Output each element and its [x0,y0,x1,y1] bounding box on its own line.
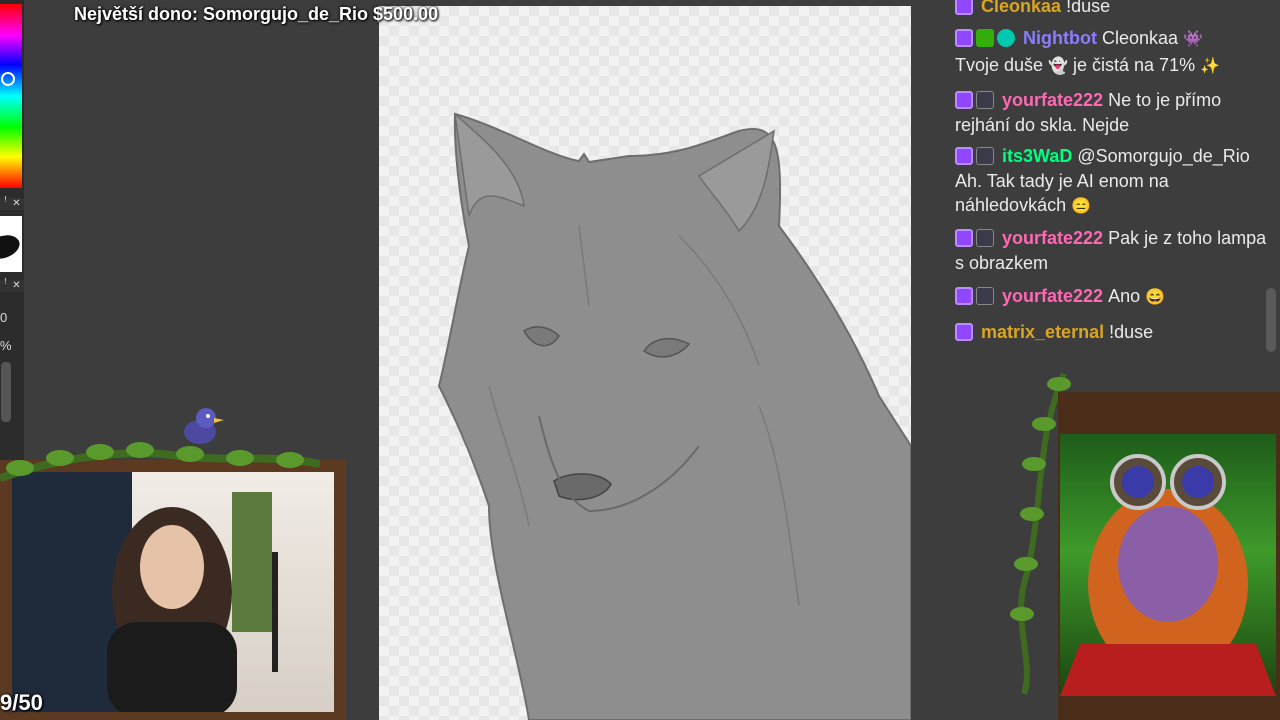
crow-sprite-icon [184,408,224,444]
chat-username[interactable]: Nightbot [1023,28,1097,48]
chat-username[interactable]: matrix_eternal [981,322,1104,342]
chat-message: yourfate222 Pak je z toho lampa s obrazke… [955,226,1277,275]
ghost-emote-icon: 👻 [1048,57,1068,75]
subscriber-badge-icon [955,91,973,109]
chat-username[interactable]: its3WaD [1002,146,1072,166]
subscriber-badge-icon [955,229,973,247]
drawing-canvas[interactable] [379,6,911,720]
grin-emote-icon: 😄 [1145,289,1166,306]
bot-badge-icon [997,29,1015,47]
artwork-portrait [1060,434,1276,696]
moderator-badge-icon [976,29,994,47]
panel-header-brush: ꜝ ✕ [0,198,24,210]
pin-icon[interactable]: ꜝ [0,198,11,210]
emote-icon: 😑 [1071,198,1092,215]
emote-icon: 👾 [1183,31,1203,48]
goal-counter: 9/50 [0,690,43,715]
sparkles-emote-icon: ✨ [1200,57,1221,75]
gift-badge-icon [976,91,994,109]
brush-preview [0,216,22,272]
panel-scrollbar[interactable] [1,362,11,422]
chat-text: !duse [1109,322,1154,342]
chat-scrollbar[interactable] [1266,288,1276,352]
chat-message: Cleonkaa !duse [955,0,1277,19]
vine-decoration-icon [0,442,320,482]
chat-text: Ano [1108,286,1141,306]
brush-size-value: 0 [0,310,8,325]
portrait-illustration [1060,454,1276,696]
gift-badge-icon [976,229,994,247]
close-icon[interactable]: ✕ [11,280,22,292]
subscriber-badge-icon [955,323,973,341]
chat-panel: Cleonkaa !duse Nightbot Cleonkaa 👾 Tvoje d… [946,0,1280,360]
chat-username[interactable]: yourfate222 [1002,286,1103,306]
color-hue-slider[interactable] [0,4,22,188]
subscriber-badge-icon [955,147,973,165]
brush-stroke-icon [0,231,22,263]
chat-username[interactable]: Cleonkaa [981,0,1061,16]
subscriber-badge-icon [955,287,973,305]
chat-message: its3WaD @Somorgujo_de_Rio Ah. Tak tady je… [955,144,1277,220]
chat-message: yourfate222 Ano 😄 [955,284,1277,311]
subscriber-badge-icon [955,29,973,47]
chat-text: !duse [1066,0,1111,16]
chat-message: Nightbot Cleonkaa 👾 Tvoje duše 👻 je čistá… [955,26,1277,79]
chat-message: matrix_eternal !duse [955,320,1277,345]
donation-banner: Největší dono: Somorgujo_de_Rio $500.00 [74,4,439,24]
subscriber-badge-icon [955,0,973,15]
chat-username[interactable]: yourfate222 [1002,90,1103,110]
webcam-feed [12,472,334,712]
chat-message: yourfate222 Ne to je přímo rejhání do skl… [955,88,1277,137]
close-icon[interactable]: ✕ [11,198,22,210]
webcam-scene [12,472,278,712]
chat-text: @Somorgujo_de_Rio Ah. Tak tady je AI eno… [955,146,1250,215]
chat-text: je čistá na 71% [1073,54,1196,75]
wolf-sketch [437,112,911,720]
hue-handle[interactable] [1,72,15,86]
gift-badge-icon [976,147,994,165]
chat-username[interactable]: yourfate222 [1002,228,1103,248]
gift-badge-icon [976,287,994,305]
chat-text: Tvoje duše [955,54,1044,75]
opacity-value: % [0,338,12,353]
pin-icon[interactable]: ꜝ [0,280,11,292]
chat-text: Cleonkaa [1101,28,1179,48]
panel-header-size: ꜝ ✕ [0,280,24,292]
